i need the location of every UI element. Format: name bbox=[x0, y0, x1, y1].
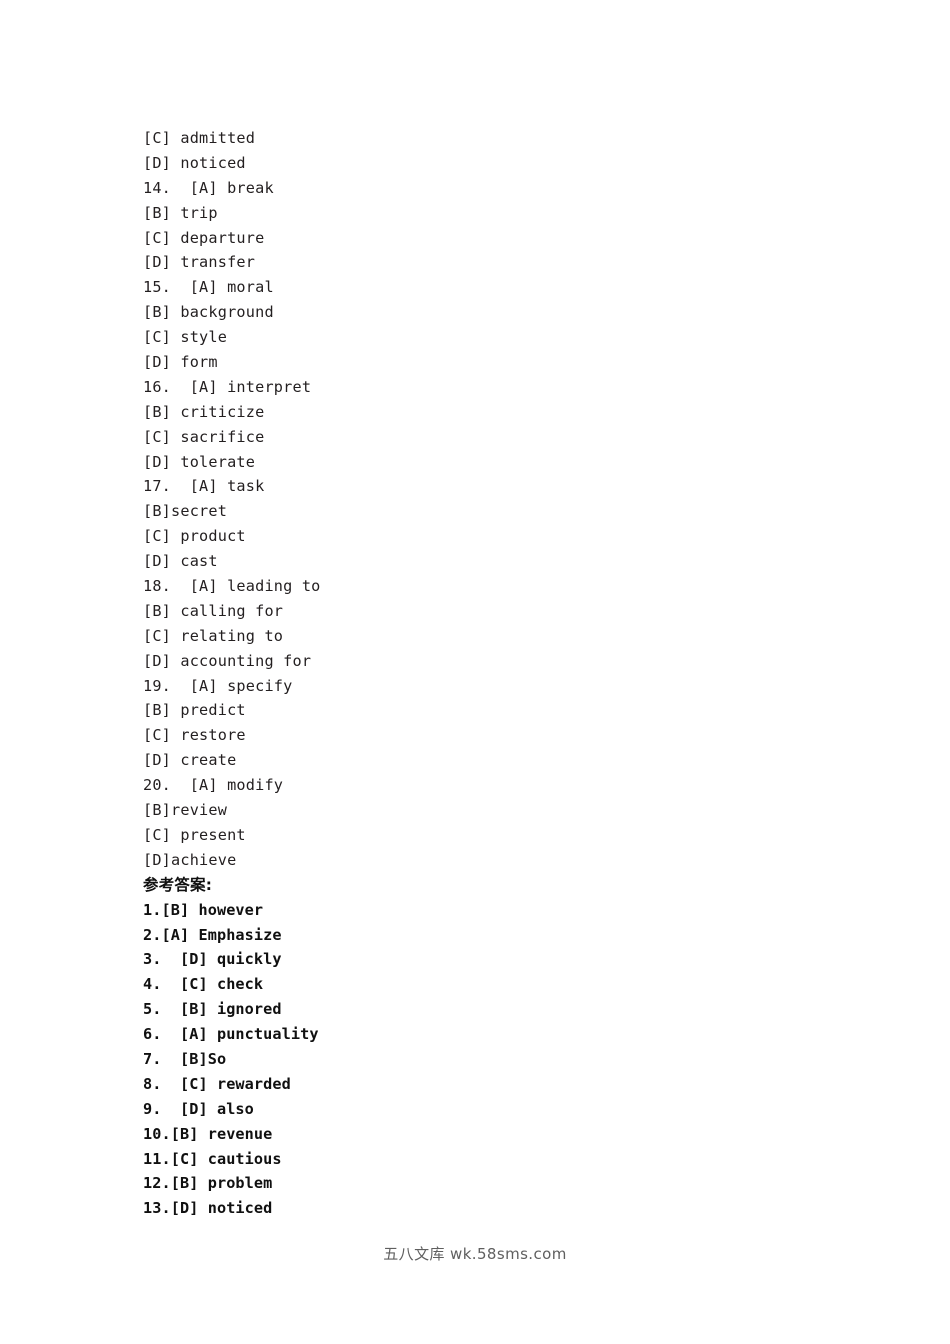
option-line: [D] noticed bbox=[143, 153, 246, 172]
option-line: [C] admitted bbox=[143, 129, 256, 147]
answer-section-heading: 参考答案: bbox=[143, 875, 213, 894]
option-line: [B] predict bbox=[143, 701, 246, 720]
option-line: [C] sacrifice bbox=[143, 427, 265, 446]
option-line: 17. [A] task bbox=[143, 477, 265, 496]
question-options-block: [C] admitted [D] noticed 14. [A] break [… bbox=[143, 126, 843, 873]
answer-line: 5. [B] ignored bbox=[143, 1000, 282, 1019]
option-line: [C] style bbox=[143, 328, 228, 347]
answer-line: 7. [B]So bbox=[143, 1049, 227, 1068]
option-line: [B] calling for bbox=[143, 601, 284, 620]
option-line: 16. [A] interpret bbox=[143, 377, 312, 396]
option-line: [D] cast bbox=[143, 552, 218, 571]
document-page: [C] admitted [D] noticed 14. [A] break [… bbox=[0, 0, 950, 1344]
option-line: 18. [A] leading to bbox=[143, 577, 321, 596]
option-line: [B]review bbox=[143, 801, 228, 820]
option-line: 15. [A] moral bbox=[143, 278, 274, 297]
option-line: 19. [A] specify bbox=[143, 676, 293, 695]
document-content: [C] admitted [D] noticed 14. [A] break [… bbox=[143, 126, 843, 1221]
page-footer: 五八文库 wk.58sms.com bbox=[0, 1243, 950, 1264]
answer-line: 2.[A] Emphasize bbox=[143, 925, 282, 944]
option-line: [C] departure bbox=[143, 228, 265, 247]
option-line: [C] present bbox=[143, 825, 246, 844]
answer-line: 9. [D] also bbox=[143, 1099, 254, 1118]
option-line: [D] tolerate bbox=[143, 452, 256, 471]
option-line: [C] restore bbox=[143, 726, 246, 745]
answer-list: 1.[B] however 2.[A] Emphasize 3. [D] qui… bbox=[143, 898, 843, 1222]
option-line: [B] trip bbox=[143, 203, 218, 222]
answer-line: 1.[B] however bbox=[143, 900, 264, 919]
option-line: [D] transfer bbox=[143, 253, 256, 272]
answer-line: 4. [C] check bbox=[143, 975, 264, 994]
option-line: 20. [A] modify bbox=[143, 776, 284, 795]
option-line: [B]secret bbox=[143, 502, 228, 521]
answer-line: 6. [A] punctuality bbox=[143, 1025, 319, 1044]
option-line: [B] criticize bbox=[143, 402, 265, 421]
answer-line: 13.[D] noticed bbox=[143, 1199, 273, 1218]
answer-line: 10.[B] revenue bbox=[143, 1124, 273, 1143]
option-line: [C] relating to bbox=[143, 626, 284, 645]
answer-line: 8. [C] rewarded bbox=[143, 1074, 291, 1093]
option-line: [C] product bbox=[143, 527, 246, 546]
option-line: [D] form bbox=[143, 353, 218, 372]
option-line: [B] background bbox=[143, 303, 274, 322]
option-line: [D] accounting for bbox=[143, 651, 312, 670]
option-line: [D] create bbox=[143, 751, 237, 770]
option-line: 14. [A] break bbox=[143, 178, 274, 197]
answer-line: 11.[C] cautious bbox=[143, 1149, 282, 1168]
option-line: [D]achieve bbox=[143, 850, 237, 869]
answer-line: 3. [D] quickly bbox=[143, 950, 282, 969]
site-watermark: 五八文库 wk.58sms.com bbox=[383, 1245, 567, 1263]
answer-line: 12.[B] problem bbox=[143, 1174, 273, 1193]
